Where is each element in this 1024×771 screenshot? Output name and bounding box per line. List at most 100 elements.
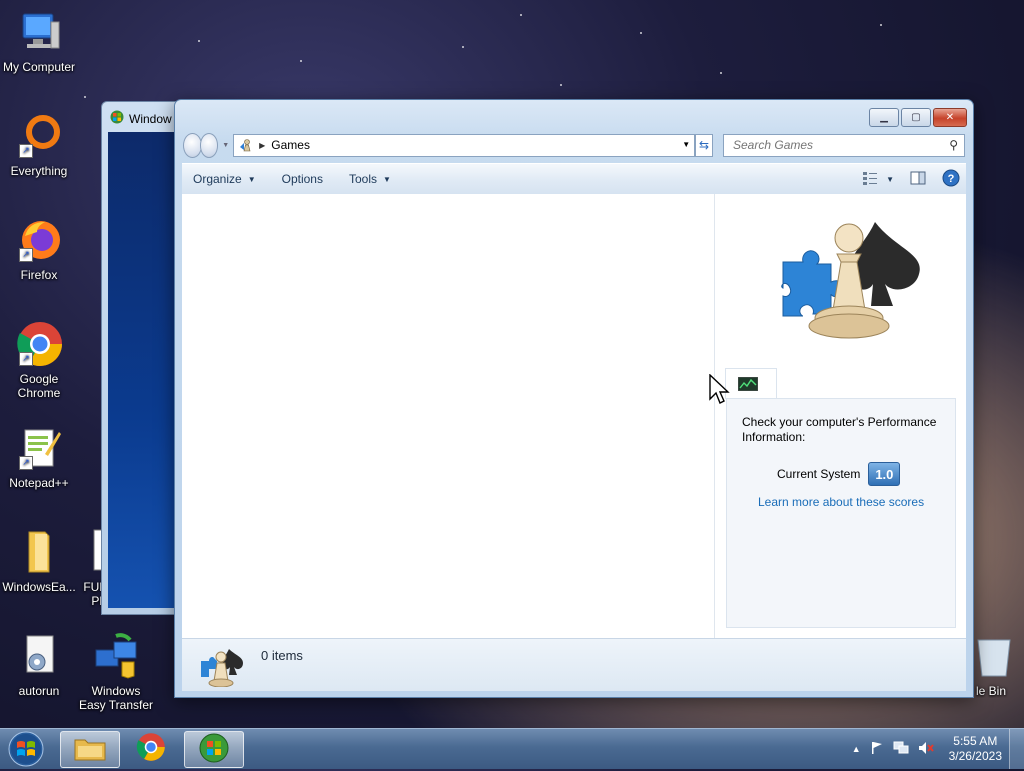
chevron-down-icon: ▼ <box>247 174 256 184</box>
taskbar-explorer-button[interactable] <box>60 731 120 768</box>
current-system-label: Current System <box>777 467 861 481</box>
tools-label: Tools <box>348 172 377 186</box>
clock[interactable]: 5:55 AM 3/26/2023 <box>949 734 1002 764</box>
system-tray: ▲ 5:55 AM 3/26/2023 <box>852 729 1024 769</box>
shortcut-arrow-icon: ↗ <box>19 248 33 262</box>
games-explorer-window[interactable]: ▁ ▢ ✕ ▼ ▶ Games ▼ ⇆ ⚲ Organize ▼ Options <box>174 99 974 698</box>
desktop-icon-windows-easy-folder[interactable]: WindowsEa... <box>1 528 77 594</box>
back-button[interactable] <box>183 132 202 158</box>
games-small-icon <box>199 647 243 688</box>
games-folder-icon <box>239 138 253 152</box>
desktop-icon-label: Everything <box>10 164 68 178</box>
command-bar: Organize ▼ Options Tools ▼ ▼ ? <box>182 163 966 195</box>
refresh-button[interactable]: ⇆ <box>695 133 713 157</box>
action-center-flag-icon[interactable] <box>870 741 884 758</box>
windows-start-orb-icon <box>8 731 44 767</box>
forward-button[interactable] <box>199 132 219 158</box>
maximize-button[interactable]: ▢ <box>901 108 931 127</box>
view-details-icon <box>862 170 878 189</box>
windows-logo-icon <box>199 733 229 766</box>
chrome-icon <box>136 732 166 765</box>
desktop-icon-google-chrome[interactable]: ↗ Google Chrome <box>1 320 77 400</box>
recycle-bin-icon <box>970 632 1018 680</box>
options-label: Options <box>281 172 323 186</box>
window-controls: ▁ ▢ ✕ <box>869 108 967 127</box>
refresh-icon: ⇆ <box>699 138 710 152</box>
change-view-button[interactable]: ▼ <box>862 170 894 189</box>
desktop-icon-label: Google Chrome <box>17 372 61 400</box>
shortcut-arrow-icon: ↗ <box>19 456 33 470</box>
desktop-icon-my-computer[interactable]: My Computer <box>1 8 77 74</box>
experience-score-badge: 1.0 <box>868 462 901 486</box>
windows-logo-icon <box>110 110 124 127</box>
chevron-down-icon: ▼ <box>886 174 894 184</box>
current-system-row: Current System 1.0 <box>777 462 901 486</box>
start-button[interactable] <box>4 730 48 768</box>
mouse-cursor-icon <box>709 373 731 406</box>
close-button[interactable]: ✕ <box>933 108 967 127</box>
svg-text:?: ? <box>948 173 955 185</box>
address-dropdown-icon[interactable]: ▼ <box>682 140 690 149</box>
close-icon: ✕ <box>945 112 955 123</box>
address-bar[interactable]: ▶ Games ▼ <box>233 133 696 157</box>
learn-more-link[interactable]: Learn more about these scores <box>758 495 924 509</box>
help-icon: ? <box>942 169 960 190</box>
taskbar-chrome-button[interactable] <box>122 731 180 766</box>
performance-info-panel: Check your computer's Performance Inform… <box>726 398 956 628</box>
organize-label: Organize <box>193 172 242 186</box>
breadcrumb-arrow-icon[interactable]: ▶ <box>259 141 265 150</box>
desktop-icon-windows-easy-transfer[interactable]: Windows Easy Transfer <box>78 632 154 712</box>
search-input[interactable] <box>731 137 935 153</box>
show-hidden-icons-button[interactable]: ▲ <box>852 744 861 754</box>
chevron-down-icon: ▼ <box>383 174 391 184</box>
explorer-folder-icon <box>73 734 107 765</box>
preview-pane-button[interactable] <box>910 170 926 189</box>
navigation-bar: ▼ ▶ Games ▼ ⇆ ⚲ <box>183 132 965 158</box>
desktop-icon-firefox[interactable]: ↗ Firefox <box>1 216 77 282</box>
firefox-icon: ↗ <box>15 216 63 264</box>
file-list-pane[interactable] <box>182 194 715 638</box>
desktop-icon-label: Windows Easy Transfer <box>78 684 154 712</box>
folder-icon <box>15 528 63 576</box>
performance-tab[interactable] <box>725 368 777 399</box>
show-desktop-button[interactable] <box>1009 729 1024 769</box>
performance-monitor-icon <box>737 376 759 394</box>
desktop-icon-notepad-plus-plus[interactable]: ↗ Notepad++ <box>1 424 77 490</box>
desktop-icon-everything[interactable]: ↗ Everything <box>1 112 77 178</box>
recent-pages-dropdown[interactable]: ▼ <box>222 142 229 149</box>
search-icon[interactable]: ⚲ <box>949 138 958 152</box>
easy-transfer-icon <box>92 632 140 680</box>
volume-muted-icon[interactable] <box>918 741 934 758</box>
toolbar-right-group: ▼ ? <box>862 169 966 190</box>
desktop-icon-autorun[interactable]: autorun <box>1 632 77 698</box>
help-button[interactable]: ? <box>942 169 960 190</box>
minimize-icon: ▁ <box>880 112 888 123</box>
shortcut-arrow-icon: ↗ <box>19 144 33 158</box>
desktop-icon-label: WindowsEa... <box>2 580 76 594</box>
shortcut-arrow-icon: ↗ <box>19 352 33 366</box>
content-area: Check your computer's Performance Inform… <box>182 194 966 638</box>
item-count-text: 0 items <box>261 648 303 663</box>
everything-icon: ↗ <box>15 112 63 160</box>
minimize-button[interactable]: ▁ <box>869 108 899 127</box>
desktop-icon-label: Notepad++ <box>9 476 69 490</box>
notepad-plus-plus-icon: ↗ <box>15 424 63 472</box>
tools-menu[interactable]: Tools ▼ <box>336 172 404 186</box>
taskbar-windows-app-button[interactable] <box>184 731 244 768</box>
chrome-icon: ↗ <box>15 320 63 368</box>
options-button[interactable]: Options <box>269 172 336 186</box>
search-box[interactable]: ⚲ <box>723 133 965 157</box>
maximize-icon: ▢ <box>911 112 921 123</box>
background-window-title: Window <box>110 110 172 127</box>
breadcrumb-games[interactable]: Games <box>271 138 310 152</box>
desktop-icon-label: Firefox <box>20 268 58 282</box>
computer-icon <box>15 8 63 56</box>
network-icon[interactable] <box>893 741 909 758</box>
background-window-title-text: Window <box>129 111 172 126</box>
details-status-bar: 0 items <box>182 638 966 691</box>
taskbar: ▲ 5:55 AM 3/26/2023 <box>0 728 1024 769</box>
desktop-icon-label: autorun <box>18 684 60 698</box>
clock-date: 3/26/2023 <box>948 749 1002 763</box>
clock-time: 5:55 AM <box>953 734 998 748</box>
organize-menu[interactable]: Organize ▼ <box>182 172 269 186</box>
